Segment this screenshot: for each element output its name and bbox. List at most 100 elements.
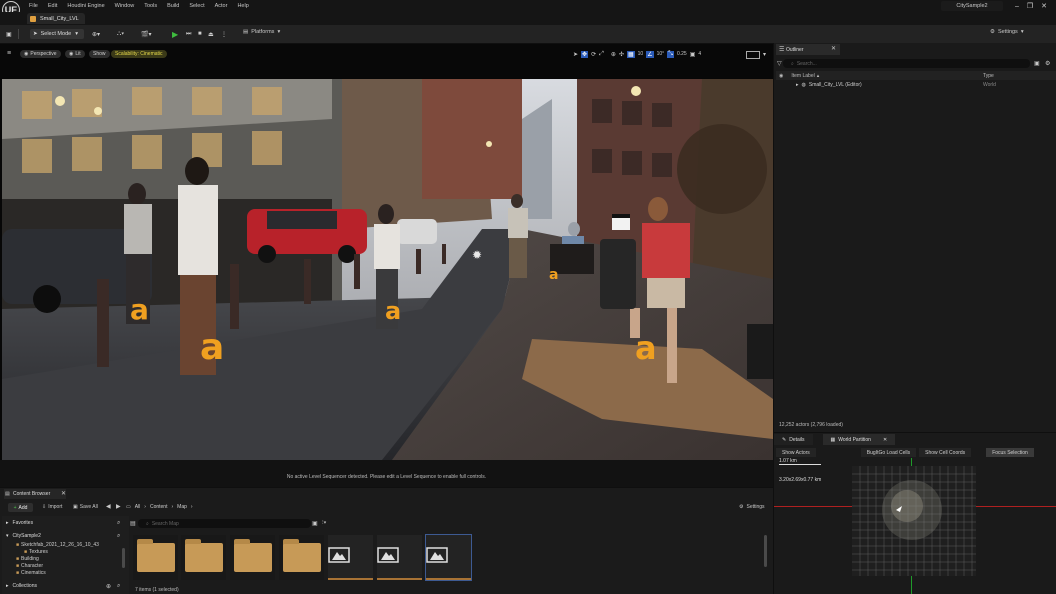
eject-icon[interactable]: ⏏ <box>208 29 214 39</box>
outliner-search-input[interactable]: ⌕ Search... <box>783 59 1030 68</box>
add-collection-icon[interactable]: ⊕ <box>106 583 111 590</box>
content-search-input[interactable]: ⌕ Search Map <box>138 519 311 528</box>
select-mode-dropdown[interactable]: ➤ Select Mode ▾ <box>30 29 84 39</box>
menu-window[interactable]: Window <box>115 3 135 9</box>
scale-tool-icon[interactable]: ⤢ <box>599 51 604 58</box>
maximize-icon[interactable]: ❐ <box>1024 2 1036 10</box>
asset-folder[interactable] <box>230 535 275 580</box>
tree-item[interactable]: ■ Building <box>16 556 39 562</box>
forward-icon[interactable]: ▶ <box>116 503 121 510</box>
column-type[interactable]: Type <box>983 73 994 79</box>
camera-speed-value[interactable]: 4 <box>698 51 701 57</box>
show-cell-coords-toggle[interactable]: Show Cell Coords <box>919 448 972 457</box>
search-icon[interactable]: ⌕ <box>117 533 120 540</box>
level-tab[interactable]: Small_City_LVL <box>27 13 85 24</box>
world-partition-minimap[interactable] <box>852 466 976 576</box>
add-button[interactable]: + Add <box>8 503 33 512</box>
collections-header[interactable]: ▸ Collections <box>6 583 37 589</box>
focus-selection-button[interactable]: Focus Selection <box>986 448 1034 457</box>
scale-snap-icon[interactable]: ⤡ <box>667 50 674 58</box>
viewport-layout-icon[interactable] <box>746 51 760 59</box>
menu-houdini-engine[interactable]: Houdini Engine <box>67 3 104 9</box>
close-icon[interactable]: ✕ <box>883 437 887 443</box>
asset-level-selected[interactable] <box>425 534 472 581</box>
rotate-tool-icon[interactable]: ⟳ <box>591 51 596 58</box>
breadcrumb-map[interactable]: Map <box>177 504 187 510</box>
save-icon[interactable]: ▣ <box>6 29 12 39</box>
world-space-icon[interactable]: ⊕ <box>611 51 616 58</box>
blueprint-icon[interactable]: ⛬▾ <box>117 29 124 39</box>
select-tool-icon[interactable]: ➤ <box>573 51 578 58</box>
viewport-scene[interactable]: a a a a a ✹ <box>2 79 773 460</box>
play-icon[interactable]: ▶ <box>172 29 178 39</box>
step-icon[interactable]: ⏭ <box>186 29 191 39</box>
grid-snap-icon[interactable]: ▦ <box>626 50 635 58</box>
import-button[interactable]: ⇩ Import <box>42 504 62 510</box>
menu-select[interactable]: Select <box>189 3 204 9</box>
minimize-icon[interactable]: – <box>1011 2 1023 10</box>
menu-tools[interactable]: Tools <box>144 3 157 9</box>
content-browser-settings[interactable]: ⚙ Settings <box>739 504 765 510</box>
asset-folder[interactable] <box>181 535 226 580</box>
search-icon[interactable]: ⌕ <box>117 520 120 527</box>
play-options-icon[interactable]: ⋮ <box>221 29 227 39</box>
close-icon[interactable]: ✕ <box>831 45 836 52</box>
perspective-button[interactable]: ◉ Perspective <box>20 50 61 58</box>
tree-item[interactable]: ■ Textures <box>24 549 48 555</box>
platforms-dropdown[interactable]: ▤ Platforms ▾ <box>243 29 280 35</box>
tree-scrollbar[interactable] <box>122 548 125 568</box>
breadcrumb-all[interactable]: All <box>135 504 141 510</box>
lit-button[interactable]: ◉ Lit <box>65 50 85 58</box>
asset-folder[interactable] <box>279 535 324 580</box>
add-folder-icon[interactable]: ▣ <box>1034 60 1040 67</box>
gear-icon[interactable]: ⚙ <box>1045 60 1050 67</box>
menu-build[interactable]: Build <box>167 3 179 9</box>
search-icon[interactable]: ⌕ <box>117 583 120 590</box>
chevron-down-icon[interactable]: ▾ <box>763 51 766 58</box>
filter-icon[interactable]: ▽ <box>777 60 782 67</box>
bugitgo-toggle[interactable]: BugItGo Load Cells <box>860 448 917 457</box>
filter-icon[interactable]: ⫶▾ <box>322 520 326 527</box>
menu-help[interactable]: Help <box>237 3 248 9</box>
tree-item[interactable]: ■ Sketchfab_2021_12_26_16_10_43 <box>16 542 99 548</box>
save-search-icon[interactable]: ▣ <box>312 520 318 527</box>
tab-details[interactable]: ✎ Details <box>774 434 813 445</box>
visibility-icon[interactable]: ◉ <box>779 73 783 79</box>
menu-file[interactable]: File <box>29 3 38 9</box>
close-icon[interactable]: ✕ <box>1038 2 1050 10</box>
breadcrumb-content[interactable]: Content <box>150 504 168 510</box>
content-scrollbar[interactable] <box>764 535 767 567</box>
back-icon[interactable]: ◀ <box>106 503 111 510</box>
camera-speed-icon[interactable]: ▣ <box>690 51 696 58</box>
grid-snap-value[interactable]: 10 <box>638 51 644 57</box>
project-header[interactable]: ▾ CitySample2 <box>6 533 41 539</box>
add-actor-icon[interactable]: ⊕▾ <box>92 29 100 39</box>
save-all-button[interactable]: ▣ Save All <box>73 504 98 510</box>
asset-level[interactable] <box>328 535 373 580</box>
show-actors-toggle[interactable]: Show Actors <box>776 448 816 457</box>
rotate-snap-value[interactable]: 10° <box>657 51 665 57</box>
outliner-row[interactable]: ▸ ◍ Small_City_LVL (Editor) <box>796 82 862 88</box>
rotate-snap-icon[interactable]: ∠ <box>646 50 654 58</box>
tree-item[interactable]: ■ Cinematics <box>16 570 46 576</box>
surface-snap-icon[interactable]: ✣ <box>619 51 624 58</box>
translate-tool-icon[interactable]: ✥ <box>581 50 589 58</box>
expand-arrow-icon[interactable]: ▸ <box>796 82 799 88</box>
tab-world-partition[interactable]: ▦ World Partition ✕ <box>822 434 896 445</box>
asset-level[interactable] <box>377 535 422 580</box>
close-icon[interactable]: ✕ <box>61 490 66 497</box>
scale-snap-value[interactable]: 0.25 <box>677 51 687 57</box>
menu-actor[interactable]: Actor <box>215 3 228 9</box>
tree-item[interactable]: ■ Character <box>16 563 43 569</box>
cinematics-icon[interactable]: 🎬▾ <box>141 29 151 39</box>
stop-icon[interactable]: ■ <box>198 29 202 39</box>
menu-edit[interactable]: Edit <box>48 3 57 9</box>
scalability-badge[interactable]: Scalability: Cinematic <box>111 50 167 58</box>
favorites-header[interactable]: ▸ Favorites <box>6 520 33 526</box>
hamburger-icon[interactable]: ≡ <box>7 50 11 57</box>
sidebar-toggle-icon[interactable]: ▤ <box>130 520 136 527</box>
asset-folder[interactable] <box>133 535 178 580</box>
column-item-label[interactable]: Item Label <box>791 73 814 79</box>
show-button[interactable]: Show <box>89 50 110 58</box>
settings-dropdown[interactable]: ⚙ Settings ▾ <box>990 29 1024 35</box>
